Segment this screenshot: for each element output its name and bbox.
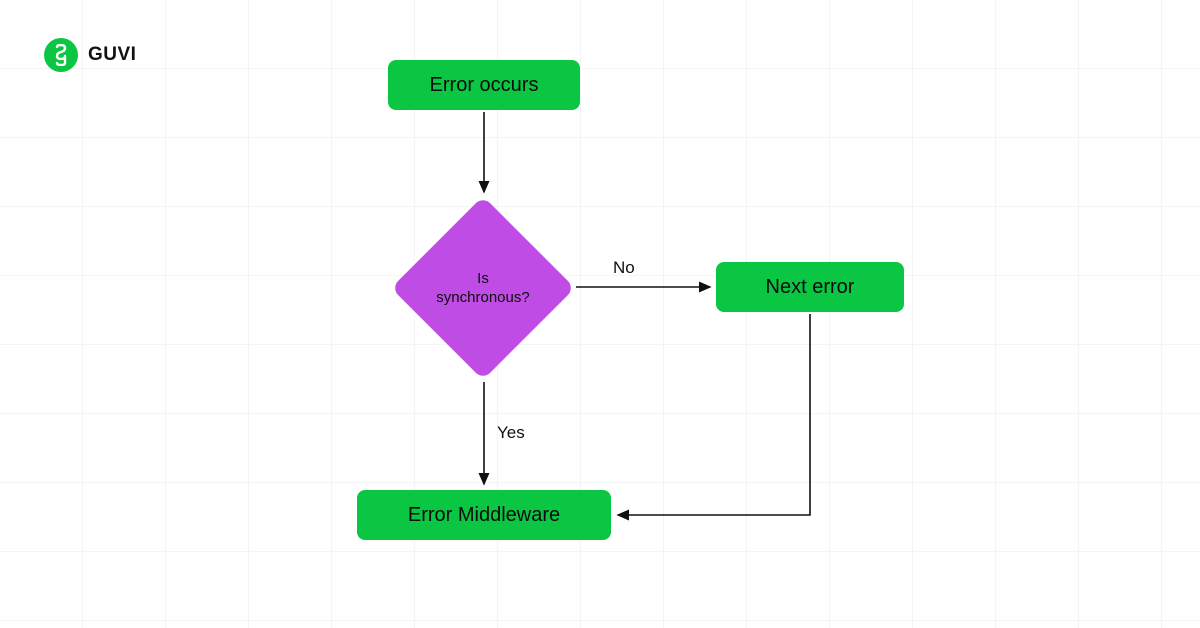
decision-line-1: Is	[477, 270, 489, 287]
node-error-middleware: Error Middleware	[357, 490, 611, 540]
edge-label-no: No	[613, 258, 635, 278]
node-is-synchronous: Is synchronous?	[391, 196, 575, 380]
brand-logo-text: GUVI	[88, 44, 136, 66]
node-label: Error Middleware	[408, 504, 560, 527]
brand-logo-mark	[44, 38, 78, 72]
diagram-canvas: GUVI Error occurs Is synchronous? Next e…	[0, 0, 1200, 628]
edge-label-yes: Yes	[497, 423, 525, 443]
decision-line-2: synchronous?	[436, 289, 529, 306]
node-label: Error occurs	[430, 74, 539, 97]
decision-label: Is synchronous?	[423, 269, 543, 308]
guvi-glyph-icon	[52, 44, 70, 66]
arrow-next-to-end	[618, 314, 810, 515]
node-error-occurs: Error occurs	[388, 60, 580, 110]
node-next-error: Next error	[716, 262, 904, 312]
brand-logo: GUVI	[44, 38, 136, 72]
node-label: Next error	[766, 276, 855, 299]
